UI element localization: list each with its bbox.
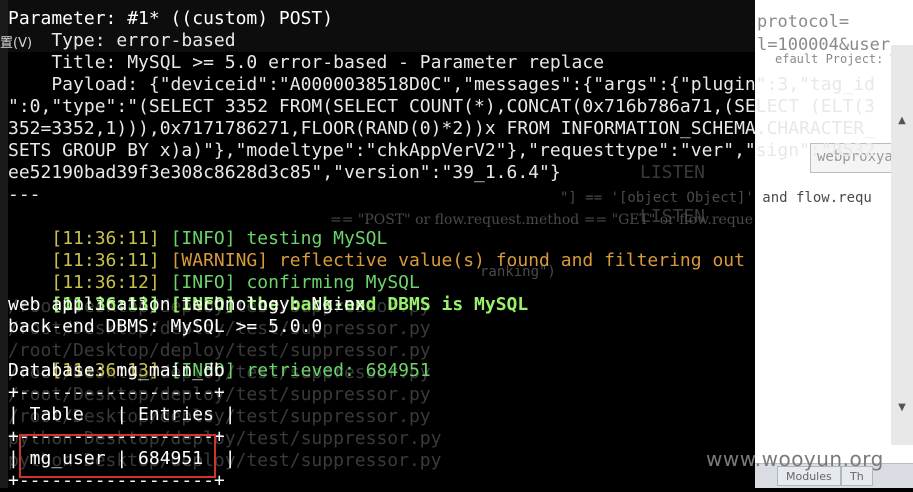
table-border: +------------------+ <box>8 382 225 403</box>
watermark-text: www.wooyun.org <box>706 447 884 471</box>
payload-line: ee52190bad39f3e308c8628d3c85","version":… <box>8 162 561 183</box>
web-tech-line: web application technology: Nginx <box>8 294 366 315</box>
separator-line: --- <box>8 184 41 205</box>
log-message: retrieved: 684951 <box>246 360 431 381</box>
backend-dbms-line: back-end DBMS: MySQL >= 5.0.0 <box>8 316 323 337</box>
type-line: Type: error-based <box>8 30 236 51</box>
payload-line: Payload: {"deviceid":"A0000038518D0C","m… <box>8 74 875 95</box>
terminal-window[interactable]: Parameter: #1* ((custom) POST) Type: err… <box>0 0 913 491</box>
table-header-row: | Table | Entries | <box>8 404 236 425</box>
payload-line: SETS GROUP BY x)a)"},"modeltype":"chkApp… <box>8 140 875 161</box>
payload-line: 352=3352,1))),0x7171786271,FLOOR(RAND(0)… <box>8 118 875 139</box>
title-line: Title: MySQL >= 5.0 error-based - Parame… <box>8 52 605 73</box>
payload-line: ":0,"type":"(SELECT 3352 FROM(SELECT COU… <box>8 96 875 117</box>
highlight-annotation-box <box>19 434 216 478</box>
database-line: Database: mg_main_db <box>8 360 225 381</box>
parameter-line: Parameter: #1* ((custom) POST) <box>8 8 334 29</box>
